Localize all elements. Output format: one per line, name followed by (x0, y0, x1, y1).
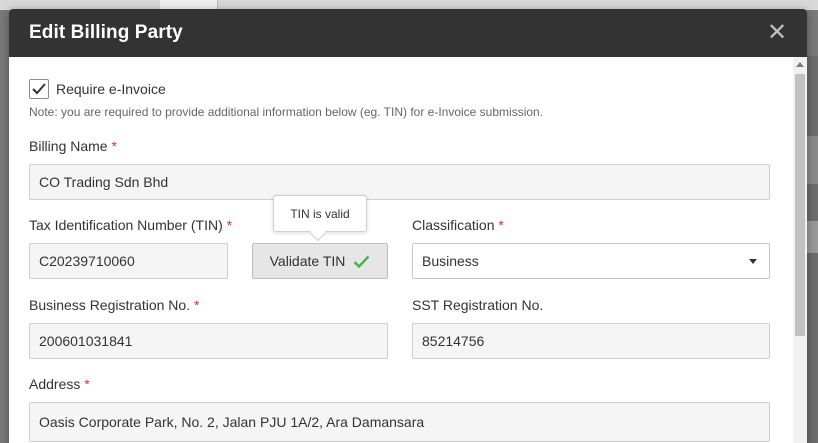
scroll-thumb[interactable] (795, 74, 805, 336)
billing-name-input[interactable]: CO Trading Sdn Bhd (29, 164, 770, 200)
required-marker: * (84, 376, 90, 392)
sst-label-text: SST Registration No. (412, 297, 544, 313)
caret-down-icon (749, 259, 757, 264)
billing-name-label: Billing Name * (29, 138, 117, 154)
require-einvoice-checkbox[interactable] (29, 79, 49, 99)
classification-label-text: Classification (412, 217, 495, 233)
billing-name-label-text: Billing Name (29, 138, 108, 154)
einvoice-note: Note: you are required to provide additi… (29, 105, 544, 119)
tin-label: Tax Identification Number (TIN) * (29, 217, 232, 233)
check-icon (353, 255, 370, 268)
address-label: Address * (29, 376, 90, 392)
background-page-edge (806, 56, 818, 443)
require-einvoice-label: Require e-Invoice (56, 81, 166, 97)
close-icon[interactable]: ✕ (765, 21, 789, 45)
dialog-scrollbar[interactable] (793, 57, 807, 443)
tin-value: C20239710060 (39, 253, 135, 269)
dialog-header: Edit Billing Party ✕ (9, 9, 807, 57)
tooltip-text: TIN is valid (290, 206, 350, 221)
scroll-up-arrow-icon[interactable] (796, 62, 804, 67)
brn-label: Business Registration No. * (29, 297, 199, 313)
require-einvoice-row: Require e-Invoice (29, 79, 166, 99)
address-input[interactable]: Oasis Corporate Park, No. 2, Jalan PJU 1… (29, 402, 770, 442)
dialog-title: Edit Billing Party (29, 22, 183, 43)
address-value: Oasis Corporate Park, No. 2, Jalan PJU 1… (39, 414, 425, 430)
brn-value: 200601031841 (39, 333, 133, 349)
sst-label: SST Registration No. (412, 297, 543, 313)
sst-input[interactable]: 85214756 (412, 323, 770, 359)
validate-tin-button[interactable]: Validate TIN (252, 243, 388, 279)
tin-input[interactable]: C20239710060 (29, 243, 228, 279)
sst-value: 85214756 (422, 333, 485, 349)
tin-label-text: Tax Identification Number (TIN) (29, 217, 223, 233)
required-marker: * (193, 297, 200, 313)
required-marker: * (226, 217, 233, 233)
dialog-body: Require e-Invoice Note: you are required… (9, 57, 793, 443)
classification-select[interactable]: Business (412, 243, 770, 279)
background-block (806, 221, 818, 253)
background-block (806, 136, 818, 184)
classification-label: Classification * (412, 217, 504, 233)
validate-tin-label: Validate TIN (269, 253, 346, 269)
required-marker: * (111, 138, 117, 154)
address-label-text: Address (29, 376, 81, 392)
required-marker: * (498, 217, 504, 233)
edit-billing-party-dialog: Edit Billing Party ✕ Require e-Invoice N… (9, 9, 807, 443)
billing-name-value: CO Trading Sdn Bhd (39, 174, 169, 190)
brn-input[interactable]: 200601031841 (29, 323, 388, 359)
brn-label-text: Business Registration No. (29, 297, 191, 313)
checkmark-icon (32, 83, 46, 95)
classification-value: Business (422, 253, 479, 269)
